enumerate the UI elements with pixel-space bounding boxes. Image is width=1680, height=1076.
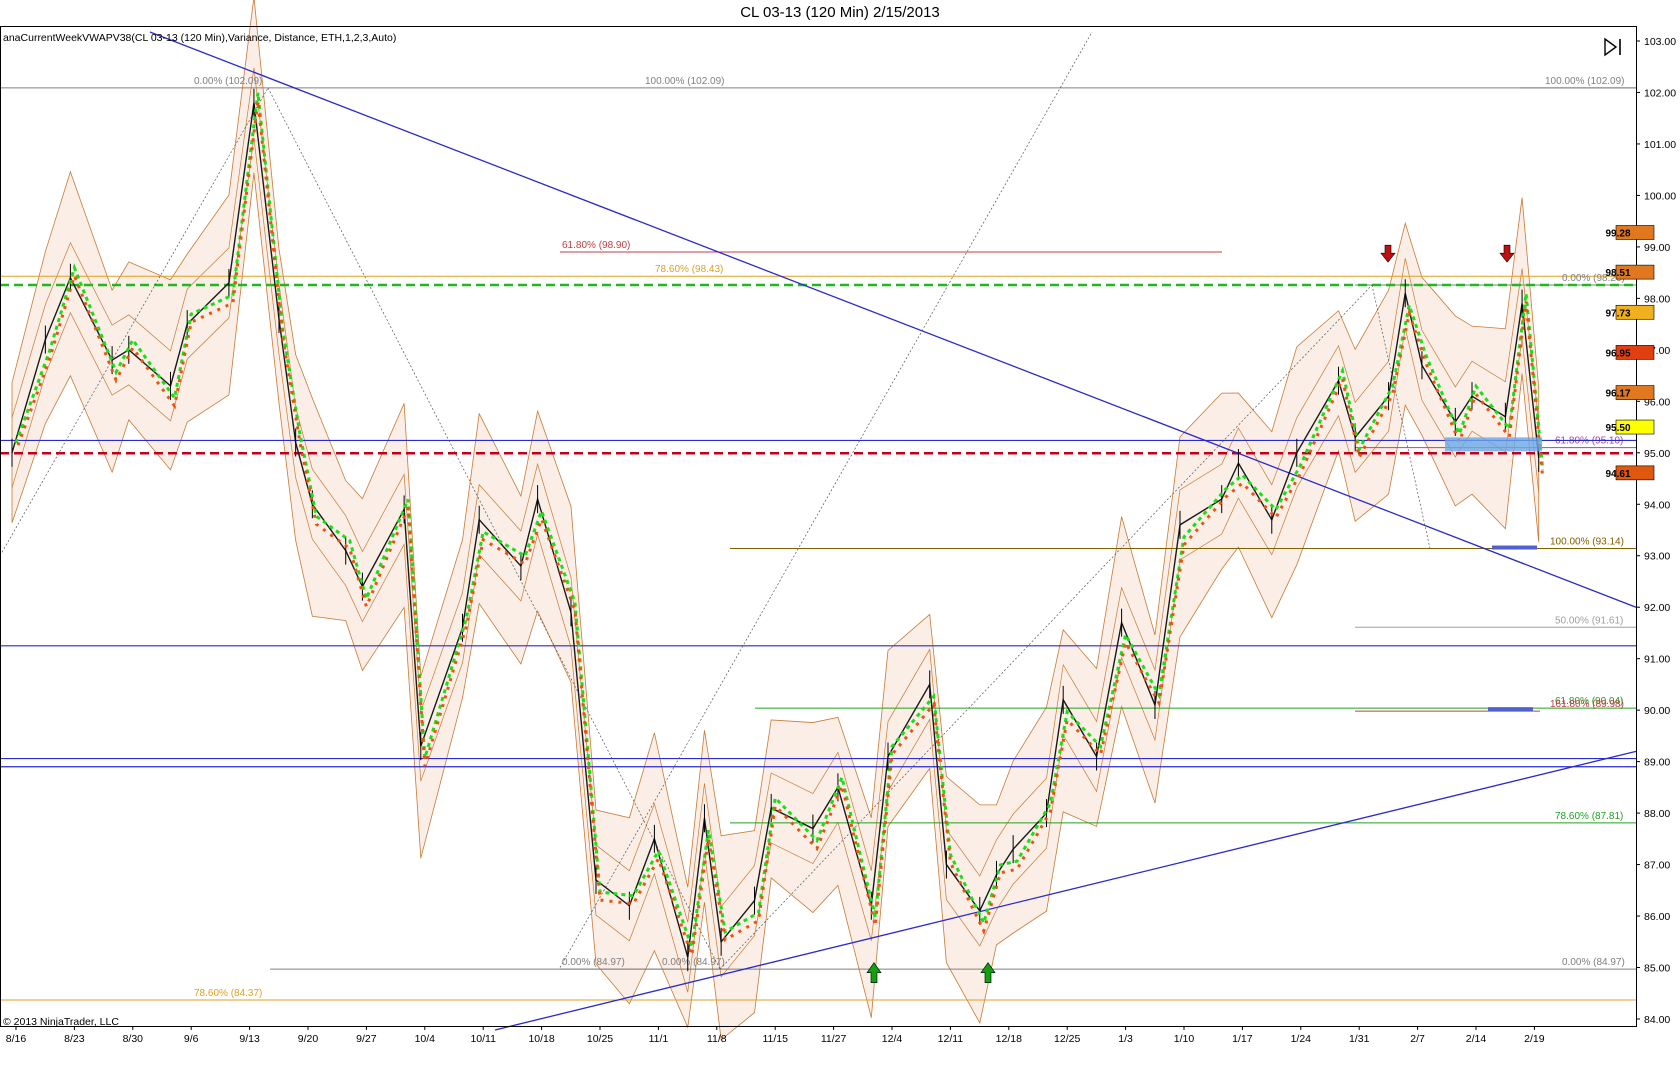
x-tick-label: 2/19 bbox=[1524, 1033, 1545, 1045]
y-tick-label: 91.00 bbox=[1644, 654, 1670, 666]
y-tick-label: 98.00 bbox=[1644, 293, 1670, 305]
sell-arrow-icon bbox=[1380, 244, 1396, 263]
x-tick-label: 8/30 bbox=[123, 1033, 144, 1045]
x-tick-label: 9/27 bbox=[356, 1033, 377, 1045]
fib-label: 78.60% (84.37) bbox=[194, 988, 262, 999]
x-tick-label: 8/23 bbox=[64, 1033, 85, 1045]
fib-label: 0.00% (84.97) bbox=[1562, 957, 1625, 968]
y-tick-label: 93.00 bbox=[1644, 551, 1670, 563]
fib-label: 0.00% (84.97) bbox=[662, 957, 725, 968]
x-tick-label: 12/25 bbox=[1054, 1033, 1080, 1045]
x-tick-label: 1/31 bbox=[1349, 1033, 1370, 1045]
x-tick-label: 1/3 bbox=[1118, 1033, 1133, 1045]
x-tick-label: 1/17 bbox=[1232, 1033, 1253, 1045]
copyright-text: © 2013 NinjaTrader, LLC bbox=[3, 1016, 119, 1028]
vwap-bands bbox=[11, 0, 1540, 1041]
fib-label: 50.00% (91.61) bbox=[1555, 615, 1623, 626]
y-tick-label: 88.00 bbox=[1644, 808, 1670, 820]
x-tick-label: 9/20 bbox=[298, 1033, 319, 1045]
x-tick-label: 12/11 bbox=[938, 1033, 964, 1045]
indicator-label: anaCurrentWeekVWAPV38(CL 03-13 (120 Min)… bbox=[3, 32, 397, 44]
x-tick-label: 12/4 bbox=[882, 1033, 903, 1045]
price-badge-label: 96.17 bbox=[1605, 389, 1630, 400]
y-tick-label: 101.00 bbox=[1644, 139, 1676, 151]
y-tick-label: 90.00 bbox=[1644, 705, 1670, 717]
fib-label: 61.80% (98.90) bbox=[562, 240, 630, 251]
y-tick-label: 86.00 bbox=[1644, 911, 1670, 923]
fib-label: 100.00% (102.09) bbox=[1545, 76, 1625, 87]
fib-label: 161.80% (89.98) bbox=[1550, 699, 1624, 710]
x-tick-label: 1/10 bbox=[1174, 1033, 1195, 1045]
x-tick-label: 11/27 bbox=[821, 1033, 847, 1045]
y-tick-label: 103.00 bbox=[1644, 36, 1676, 48]
price-badge-label: 99.28 bbox=[1605, 228, 1630, 239]
vwap-band bbox=[11, 0, 1540, 1041]
y-tick-label: 99.00 bbox=[1644, 242, 1670, 254]
x-tick-label: 12/18 bbox=[996, 1033, 1022, 1045]
x-tick-label: 10/25 bbox=[587, 1033, 613, 1045]
y-tick-label: 84.00 bbox=[1644, 1014, 1670, 1026]
x-tick-label: 2/7 bbox=[1410, 1033, 1425, 1045]
y-tick-label: 95.00 bbox=[1644, 448, 1670, 460]
x-tick-label: 11/1 bbox=[649, 1033, 669, 1045]
x-tick-label: 8/16 bbox=[6, 1033, 27, 1045]
fib-label: 100.00% (93.14) bbox=[1550, 537, 1624, 548]
y-tick-label: 89.00 bbox=[1644, 757, 1670, 769]
x-tick-label: 2/14 bbox=[1466, 1033, 1487, 1045]
x-tick-label: 9/6 bbox=[184, 1033, 199, 1045]
x-tick-label: 1/24 bbox=[1291, 1033, 1312, 1045]
target-zone bbox=[1492, 545, 1537, 550]
y-tick-label: 87.00 bbox=[1644, 860, 1670, 872]
fib-label: 0.00% (84.97) bbox=[562, 957, 625, 968]
price-badge-label: 94.61 bbox=[1605, 469, 1630, 480]
price-chart[interactable]: 0.00% (102.09) 100.00% (102.09) 100.00% (1… bbox=[0, 0, 1680, 1076]
y-tick-label: 92.00 bbox=[1644, 602, 1670, 614]
x-tick-label: 10/11 bbox=[470, 1033, 496, 1045]
collapse-panel-icon-svg bbox=[1604, 37, 1621, 57]
fib-label: 78.60% (87.81) bbox=[1555, 811, 1623, 822]
y-tick-label: 102.00 bbox=[1644, 87, 1676, 99]
price-badge-label: 96.95 bbox=[1605, 348, 1630, 359]
target-zone bbox=[1488, 707, 1533, 712]
x-tick-label: 10/4 bbox=[415, 1033, 436, 1045]
x-tick-label: 10/18 bbox=[528, 1033, 554, 1045]
collapse-panel-icon[interactable] bbox=[1602, 36, 1628, 58]
price-badge-label: 95.50 bbox=[1605, 423, 1630, 434]
y-tick-label: 94.00 bbox=[1644, 499, 1670, 511]
y-tick-label: 100.00 bbox=[1644, 190, 1676, 202]
x-tick-label: 11/15 bbox=[762, 1033, 788, 1045]
y-tick-label: 85.00 bbox=[1644, 963, 1670, 975]
price-badge-label: 98.51 bbox=[1605, 268, 1630, 279]
fib-label: 61.80% (95.10) bbox=[1555, 436, 1623, 447]
fib-label: 0.00% (102.09) bbox=[194, 76, 262, 87]
sell-arrow-icon bbox=[1499, 244, 1515, 263]
support-zone bbox=[1445, 437, 1542, 452]
fib-label: 78.60% (98.43) bbox=[655, 264, 723, 275]
x-tick-label: 9/13 bbox=[239, 1033, 260, 1045]
fib-label: 100.00% (102.09) bbox=[645, 76, 725, 87]
price-badge-label: 97.73 bbox=[1605, 308, 1630, 319]
x-tick-label: 11/8 bbox=[707, 1033, 727, 1045]
